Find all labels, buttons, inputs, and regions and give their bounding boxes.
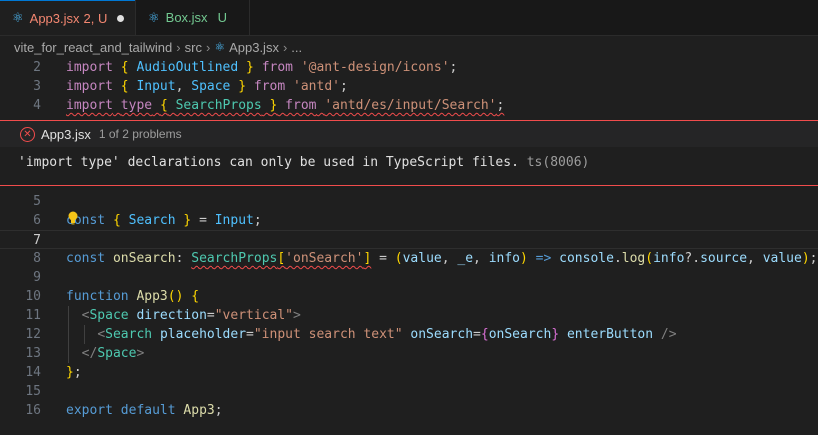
breadcrumb-folder[interactable]: src (185, 40, 202, 55)
breadcrumb: vite_for_react_and_tailwind › src › ⚛ Ap… (14, 37, 302, 57)
tab-label: Box.jsx (165, 10, 208, 25)
line-number: 2 (33, 60, 41, 75)
line-number: 7 (33, 233, 41, 248)
breadcrumb-folder[interactable]: vite_for_react_and_tailwind (14, 40, 172, 55)
code-line[interactable]: 9 (0, 268, 818, 287)
peek-message: 'import type' declarations can only be u… (18, 155, 589, 170)
breadcrumb-file[interactable]: App3.jsx (229, 40, 279, 55)
line-text: }; (66, 365, 82, 380)
chevron-right-icon: › (176, 39, 181, 55)
chevron-right-icon: › (205, 39, 211, 55)
error-circle-icon: ✕ (20, 126, 35, 142)
line-text: import { AudioOutlined } from '@ant-desi… (66, 60, 458, 75)
line-text: </Space> (81, 346, 145, 361)
code-line[interactable]: 8 const onSearch: SearchProps['onSearch'… (0, 249, 818, 268)
peek-header: ✕ App3.jsx 1 of 2 problems (0, 121, 818, 147)
line-number: 15 (25, 384, 41, 399)
code-line[interactable]: 4 import type { SearchProps } from 'antd… (0, 96, 818, 115)
code-line[interactable]: 13 </Space> (0, 344, 818, 363)
tab-badge: 2, U (83, 10, 108, 26)
error-message: 'import type' declarations can only be u… (18, 155, 519, 170)
problem-peek-widget: ✕ App3.jsx 1 of 2 problems 'import type'… (0, 120, 818, 186)
line-text: <Search placeholder="input search text" … (97, 327, 677, 342)
tab-badge: U (217, 10, 227, 25)
code-line[interactable]: 12 <Search placeholder="input search tex… (0, 325, 818, 344)
editor-tab-bar: ⚛ App3.jsx 2, U ⚛ Box.jsx U (0, 0, 818, 36)
unsaved-dot-icon[interactable] (117, 14, 125, 22)
line-number: 4 (33, 98, 41, 113)
line-text: import type { SearchProps } from 'antd/e… (66, 98, 505, 113)
code-line[interactable]: 11 <Space direction="vertical"> (0, 306, 818, 325)
line-number: 6 (33, 213, 41, 228)
line-text: const { Search } = Input; (66, 213, 262, 228)
react-file-icon: ⚛ (12, 10, 24, 25)
code-line[interactable]: 14 }; (0, 363, 818, 382)
code-line[interactable]: 6 const { Search } = Input; (0, 211, 818, 230)
line-number: 3 (33, 79, 41, 94)
line-number: 13 (25, 346, 41, 361)
line-number: 8 (33, 251, 41, 266)
react-file-icon: ⚛ (214, 40, 226, 54)
code-line[interactable]: 16 export default App3; (0, 401, 818, 420)
line-number: 10 (25, 289, 41, 304)
tab-box-jsx[interactable]: ⚛ Box.jsx U (135, 0, 250, 35)
line-text: export default App3; (66, 403, 223, 418)
breadcrumb-symbol[interactable]: ... (291, 40, 302, 55)
code-line[interactable]: 3 import { Input, Space } from 'antd'; (0, 77, 818, 96)
line-number: 9 (33, 270, 41, 285)
line-text: import { Input, Space } from 'antd'; (66, 79, 348, 94)
line-number: 11 (25, 308, 41, 323)
error-code[interactable]: ts(8006) (527, 155, 590, 170)
tab-label: App3.jsx (29, 10, 80, 26)
code-line-current[interactable]: 7 (0, 230, 818, 249)
peek-problem-count: 1 of 2 problems (98, 127, 182, 141)
code-line[interactable]: 5 (0, 192, 818, 211)
line-number: 12 (25, 327, 41, 342)
tab-app3-jsx[interactable]: ⚛ App3.jsx 2, U (0, 0, 135, 35)
lightbulb-icon[interactable] (68, 211, 78, 225)
line-number: 5 (33, 194, 41, 209)
code-line[interactable]: 2 import { AudioOutlined } from '@ant-de… (0, 58, 818, 77)
indent-guide (68, 306, 69, 363)
line-number: 16 (25, 403, 41, 418)
peek-file-name[interactable]: App3.jsx (41, 127, 91, 142)
code-line[interactable]: 10 function App3() { (0, 287, 818, 306)
line-number: 14 (25, 365, 41, 380)
line-text: const onSearch: SearchProps['onSearch'] … (66, 251, 818, 266)
react-file-icon: ⚛ (148, 9, 160, 25)
line-text: function App3() { (66, 289, 200, 304)
indent-guide (84, 325, 85, 344)
code-line[interactable]: 15 (0, 382, 818, 401)
line-text: <Space direction="vertical"> (81, 308, 301, 323)
chevron-right-icon: › (282, 39, 288, 55)
